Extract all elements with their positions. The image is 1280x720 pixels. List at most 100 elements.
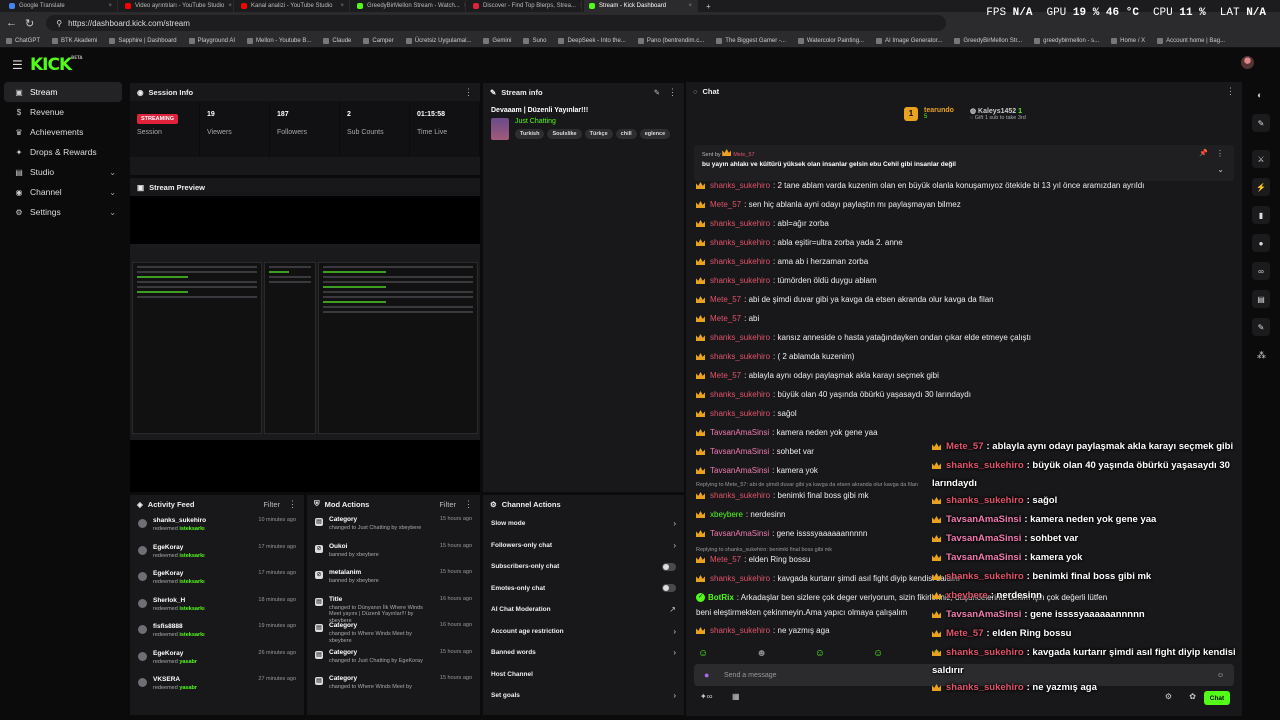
chat-username[interactable]: shanks_sukehiro — [710, 352, 770, 361]
close-icon[interactable]: × — [340, 3, 344, 9]
edit-icon[interactable]: ✎ — [654, 88, 660, 97]
bolt-icon[interactable]: ⚡ — [1252, 178, 1270, 196]
chat-bubble-icon[interactable]: ● — [1252, 234, 1270, 252]
browser-tab[interactable]: GreedyBirMellon Stream - Watch... × — [352, 0, 466, 12]
wrench-icon[interactable]: ✎ — [1252, 318, 1270, 336]
channel-action-emotes-only-chat[interactable]: Emotes-only chat — [483, 578, 684, 600]
channel-action-ai-chat-moderation[interactable]: AI Chat Moderation ↗ — [483, 599, 684, 621]
bookmark-item[interactable]: Playground AI — [188, 37, 235, 44]
avatar[interactable] — [1241, 56, 1254, 69]
printer-icon[interactable]: ▤ — [1252, 290, 1270, 308]
channel-action-banned-words[interactable]: Banned words › — [483, 642, 684, 664]
bookmark-item[interactable]: Ücretsiz Uygulamal... — [405, 37, 471, 44]
more-icon[interactable]: ⋮ — [288, 499, 297, 509]
sidebar-item-studio[interactable]: ▤ Studio ⌄ — [4, 162, 122, 182]
activity-user[interactable]: shanks_sukehiro — [153, 517, 206, 524]
site-info-icon[interactable]: ⚲ — [56, 19, 62, 28]
sidebar-item-drops-rewards[interactable]: ✦ Drops & Rewards — [4, 142, 122, 162]
browser-tab[interactable]: Video ayrıntıları - YouTube Studio × — [120, 0, 234, 12]
trash-icon[interactable]: ▮ — [1252, 206, 1270, 224]
chat-username[interactable]: Mete_57 — [710, 295, 741, 304]
activity-user[interactable]: EgeKoray — [153, 544, 205, 551]
filter-button[interactable]: Filter — [263, 500, 280, 509]
chat-username[interactable]: Mete_57 — [710, 371, 741, 380]
emote-icon[interactable]: ☺ — [873, 648, 883, 659]
channel-action-set-goals[interactable]: Set goals › — [483, 685, 684, 707]
chat-username[interactable]: TavsanAmaSinsi — [710, 529, 769, 538]
external-link-icon[interactable]: ↗ — [669, 605, 676, 614]
channel-action-slow-mode[interactable]: Slow mode › — [483, 513, 684, 535]
channel-action-host-channel[interactable]: Host Channel — [483, 664, 684, 686]
chat-username[interactable]: shanks_sukehiro — [710, 333, 770, 342]
stream-tag[interactable]: eglence — [639, 129, 671, 139]
close-icon[interactable]: × — [464, 3, 465, 9]
browser-tab[interactable]: Google Translate × — [4, 0, 118, 12]
stream-category[interactable]: Just Chatting — [515, 118, 670, 125]
bookmark-item[interactable]: Gemini — [483, 37, 511, 44]
bookmark-item[interactable]: Camper — [363, 37, 394, 44]
chat-username[interactable]: Mete_57 — [710, 200, 741, 209]
chevron-right-icon[interactable]: › — [673, 519, 676, 528]
bookmark-item[interactable]: ChatGPT — [6, 37, 40, 44]
chevron-down-icon[interactable]: ⌄ — [1217, 165, 1224, 174]
mic-icon[interactable]: ● — [704, 670, 709, 680]
bookmark-item[interactable]: Home / X — [1111, 37, 1145, 44]
pin-icon[interactable]: 📌 — [1199, 149, 1208, 157]
close-icon[interactable]: × — [580, 3, 581, 9]
bookmark-item[interactable]: AI Image Generator... — [876, 37, 942, 44]
chat-username[interactable]: shanks_sukehiro — [710, 276, 770, 285]
more-icon[interactable]: ⋮ — [464, 499, 473, 509]
more-icon[interactable]: ⋮ — [1216, 149, 1224, 158]
channel-action-account-age-restriction[interactable]: Account age restriction › — [483, 621, 684, 643]
sidebar-item-achievements[interactable]: ♛ Achievements — [4, 122, 122, 142]
bookmark-item[interactable]: Mellon - Youtube B... — [247, 37, 311, 44]
bookmark-item[interactable]: The Biggest Gamer -... — [716, 37, 786, 44]
channel-action-subscribers-only-chat[interactable]: Subscribers-only chat — [483, 556, 684, 578]
more-icon[interactable]: ⋮ — [464, 87, 473, 97]
chat-username[interactable]: xbeybere — [710, 510, 743, 519]
activity-user[interactable]: VKSERA — [153, 676, 197, 683]
menu-icon[interactable]: ☰ — [12, 58, 23, 72]
new-tab-button[interactable]: + — [706, 2, 711, 11]
browser-tab[interactable]: Kanal analizi - YouTube Studio × — [236, 0, 350, 12]
stream-preview-video[interactable] — [130, 196, 480, 490]
reload-icon[interactable]: ↻ — [25, 17, 34, 30]
bookmark-item[interactable]: Suno — [523, 37, 546, 44]
bookmark-item[interactable]: Pano (bentrendim.c... — [637, 37, 704, 44]
chat-username[interactable]: BotRix — [708, 593, 734, 602]
back-icon[interactable]: ← — [6, 17, 17, 29]
link-icon[interactable]: ∞ — [1252, 262, 1270, 280]
bookmark-item[interactable]: greedybirmellon - s... — [1034, 37, 1099, 44]
url-field[interactable]: ⚲ https://dashboard.kick.com/stream — [46, 15, 947, 31]
more-icon[interactable]: ⋮ — [668, 87, 677, 97]
browser-tab[interactable]: Stream - Kick Dashboard × — [584, 0, 698, 12]
calendar-icon[interactable]: ▦ — [732, 692, 740, 701]
close-icon[interactable]: × — [228, 3, 232, 9]
stream-tag[interactable]: chill — [615, 129, 637, 139]
gift-icon[interactable]: ✿ — [1189, 692, 1196, 701]
send-chat-button[interactable]: Chat — [1204, 691, 1230, 705]
bookmark-item[interactable]: Watercolor Painting... — [797, 37, 864, 44]
sidebar-item-revenue[interactable]: $ Revenue — [4, 102, 122, 122]
edit-layout-icon[interactable]: ✎ — [1252, 114, 1270, 132]
mod-icon[interactable]: ⚔ — [1252, 150, 1270, 168]
sidebar-item-settings[interactable]: ⚙ Settings ⌄ — [4, 202, 122, 222]
bookmark-item[interactable]: Sapphire | Dashboard — [109, 37, 177, 44]
filter-button[interactable]: Filter — [439, 500, 456, 509]
sidebar-item-channel[interactable]: ◉ Channel ⌄ — [4, 182, 122, 202]
pin-author[interactable]: Mete_57 — [733, 152, 754, 158]
bookmark-item[interactable]: GreedyBirMellon Str... — [954, 37, 1022, 44]
chat-username[interactable]: shanks_sukehiro — [710, 390, 770, 399]
chat-username[interactable]: TavsanAmaSinsi — [710, 428, 769, 437]
chat-username[interactable]: shanks_sukehiro — [710, 409, 770, 418]
browser-tab[interactable]: Discover - Find Top Blerps, Strea... × — [468, 0, 582, 12]
leader-name[interactable]: tearundo — [924, 107, 954, 114]
more-icon[interactable]: ⋮ — [1226, 86, 1235, 96]
toggle-switch[interactable] — [662, 584, 676, 593]
chevron-right-icon[interactable]: › — [673, 691, 676, 700]
bookmark-item[interactable]: BTK Akademi — [52, 37, 97, 44]
chat-username[interactable]: shanks_sukehiro — [710, 219, 770, 228]
chevron-down-icon[interactable]: ⌄ — [109, 188, 116, 197]
moon-icon[interactable]: ◐ — [1257, 90, 1262, 100]
emote-icon[interactable]: ☺ — [698, 648, 708, 659]
